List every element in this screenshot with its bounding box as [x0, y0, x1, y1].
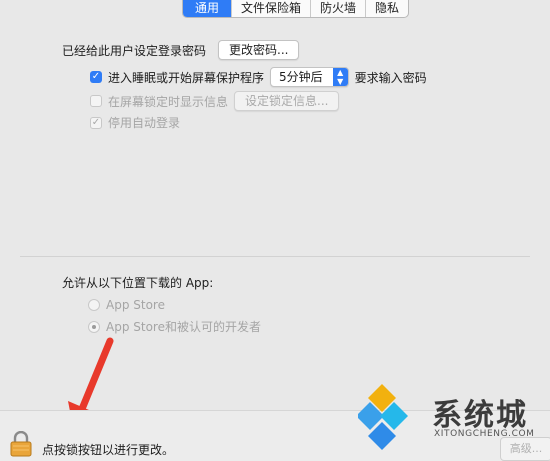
- password-delay-value: 5分钟后: [279, 70, 323, 84]
- password-row: 已经给此用户设定登录密码 更改密码...: [62, 40, 300, 60]
- disable-auto-login-label: 停用自动登录: [108, 116, 181, 130]
- download-option-identified[interactable]: App Store和被认可的开发者: [88, 318, 261, 335]
- download-option-appstore[interactable]: App Store: [88, 298, 165, 312]
- password-label: 已经给此用户设定登录密码: [62, 43, 207, 58]
- lock-message-checkbox[interactable]: [90, 95, 102, 107]
- downloads-heading-label: 允许从以下位置下载的 App:: [62, 276, 214, 290]
- lock-hint-text: 点按锁按钮以进行更改。: [42, 443, 175, 457]
- tab-general[interactable]: 通用: [183, 0, 232, 17]
- change-password-button[interactable]: 更改密码...: [218, 40, 300, 60]
- advanced-button[interactable]: 高级...: [500, 437, 550, 461]
- tab-bar: 通用 文件保险箱 防火墙 隐私: [182, 0, 410, 18]
- downloads-heading: 允许从以下位置下载的 App:: [62, 274, 213, 291]
- tab-filevault[interactable]: 文件保险箱: [231, 0, 310, 17]
- set-lock-message-button[interactable]: 设定锁定信息...: [234, 91, 340, 111]
- require-password-row: ✓ 进入睡眠或开始屏幕保护程序 5分钟后 ▲ ▼ 要求输入密码: [90, 67, 427, 87]
- disable-auto-login-checkbox[interactable]: ✓: [90, 116, 102, 129]
- download-option-label: App Store: [106, 298, 165, 312]
- require-password-label: 进入睡眠或开始屏幕保护程序: [108, 70, 265, 85]
- watermark-name: 系统城: [432, 398, 528, 433]
- radio-button[interactable]: [88, 299, 100, 311]
- auto-login-row: ✓ 停用自动登录: [90, 114, 180, 131]
- download-option-label: App Store和被认可的开发者: [106, 320, 261, 334]
- section-divider: [20, 256, 530, 257]
- radio-button[interactable]: [88, 320, 100, 333]
- lock-icon[interactable]: [10, 431, 32, 457]
- tab-firewall[interactable]: 防火墙: [310, 0, 365, 17]
- lock-message-label: 在屏幕锁定时显示信息: [108, 94, 229, 109]
- tab-privacy[interactable]: 隐私: [365, 0, 408, 17]
- lock-message-row: 在屏幕锁定时显示信息 设定锁定信息...: [90, 91, 340, 111]
- password-delay-select[interactable]: 5分钟后 ▲ ▼: [270, 67, 349, 87]
- require-password-checkbox[interactable]: ✓: [90, 71, 102, 83]
- select-arrows-icon: ▲ ▼: [332, 68, 348, 86]
- require-password-suffix: 要求输入密码: [354, 70, 427, 85]
